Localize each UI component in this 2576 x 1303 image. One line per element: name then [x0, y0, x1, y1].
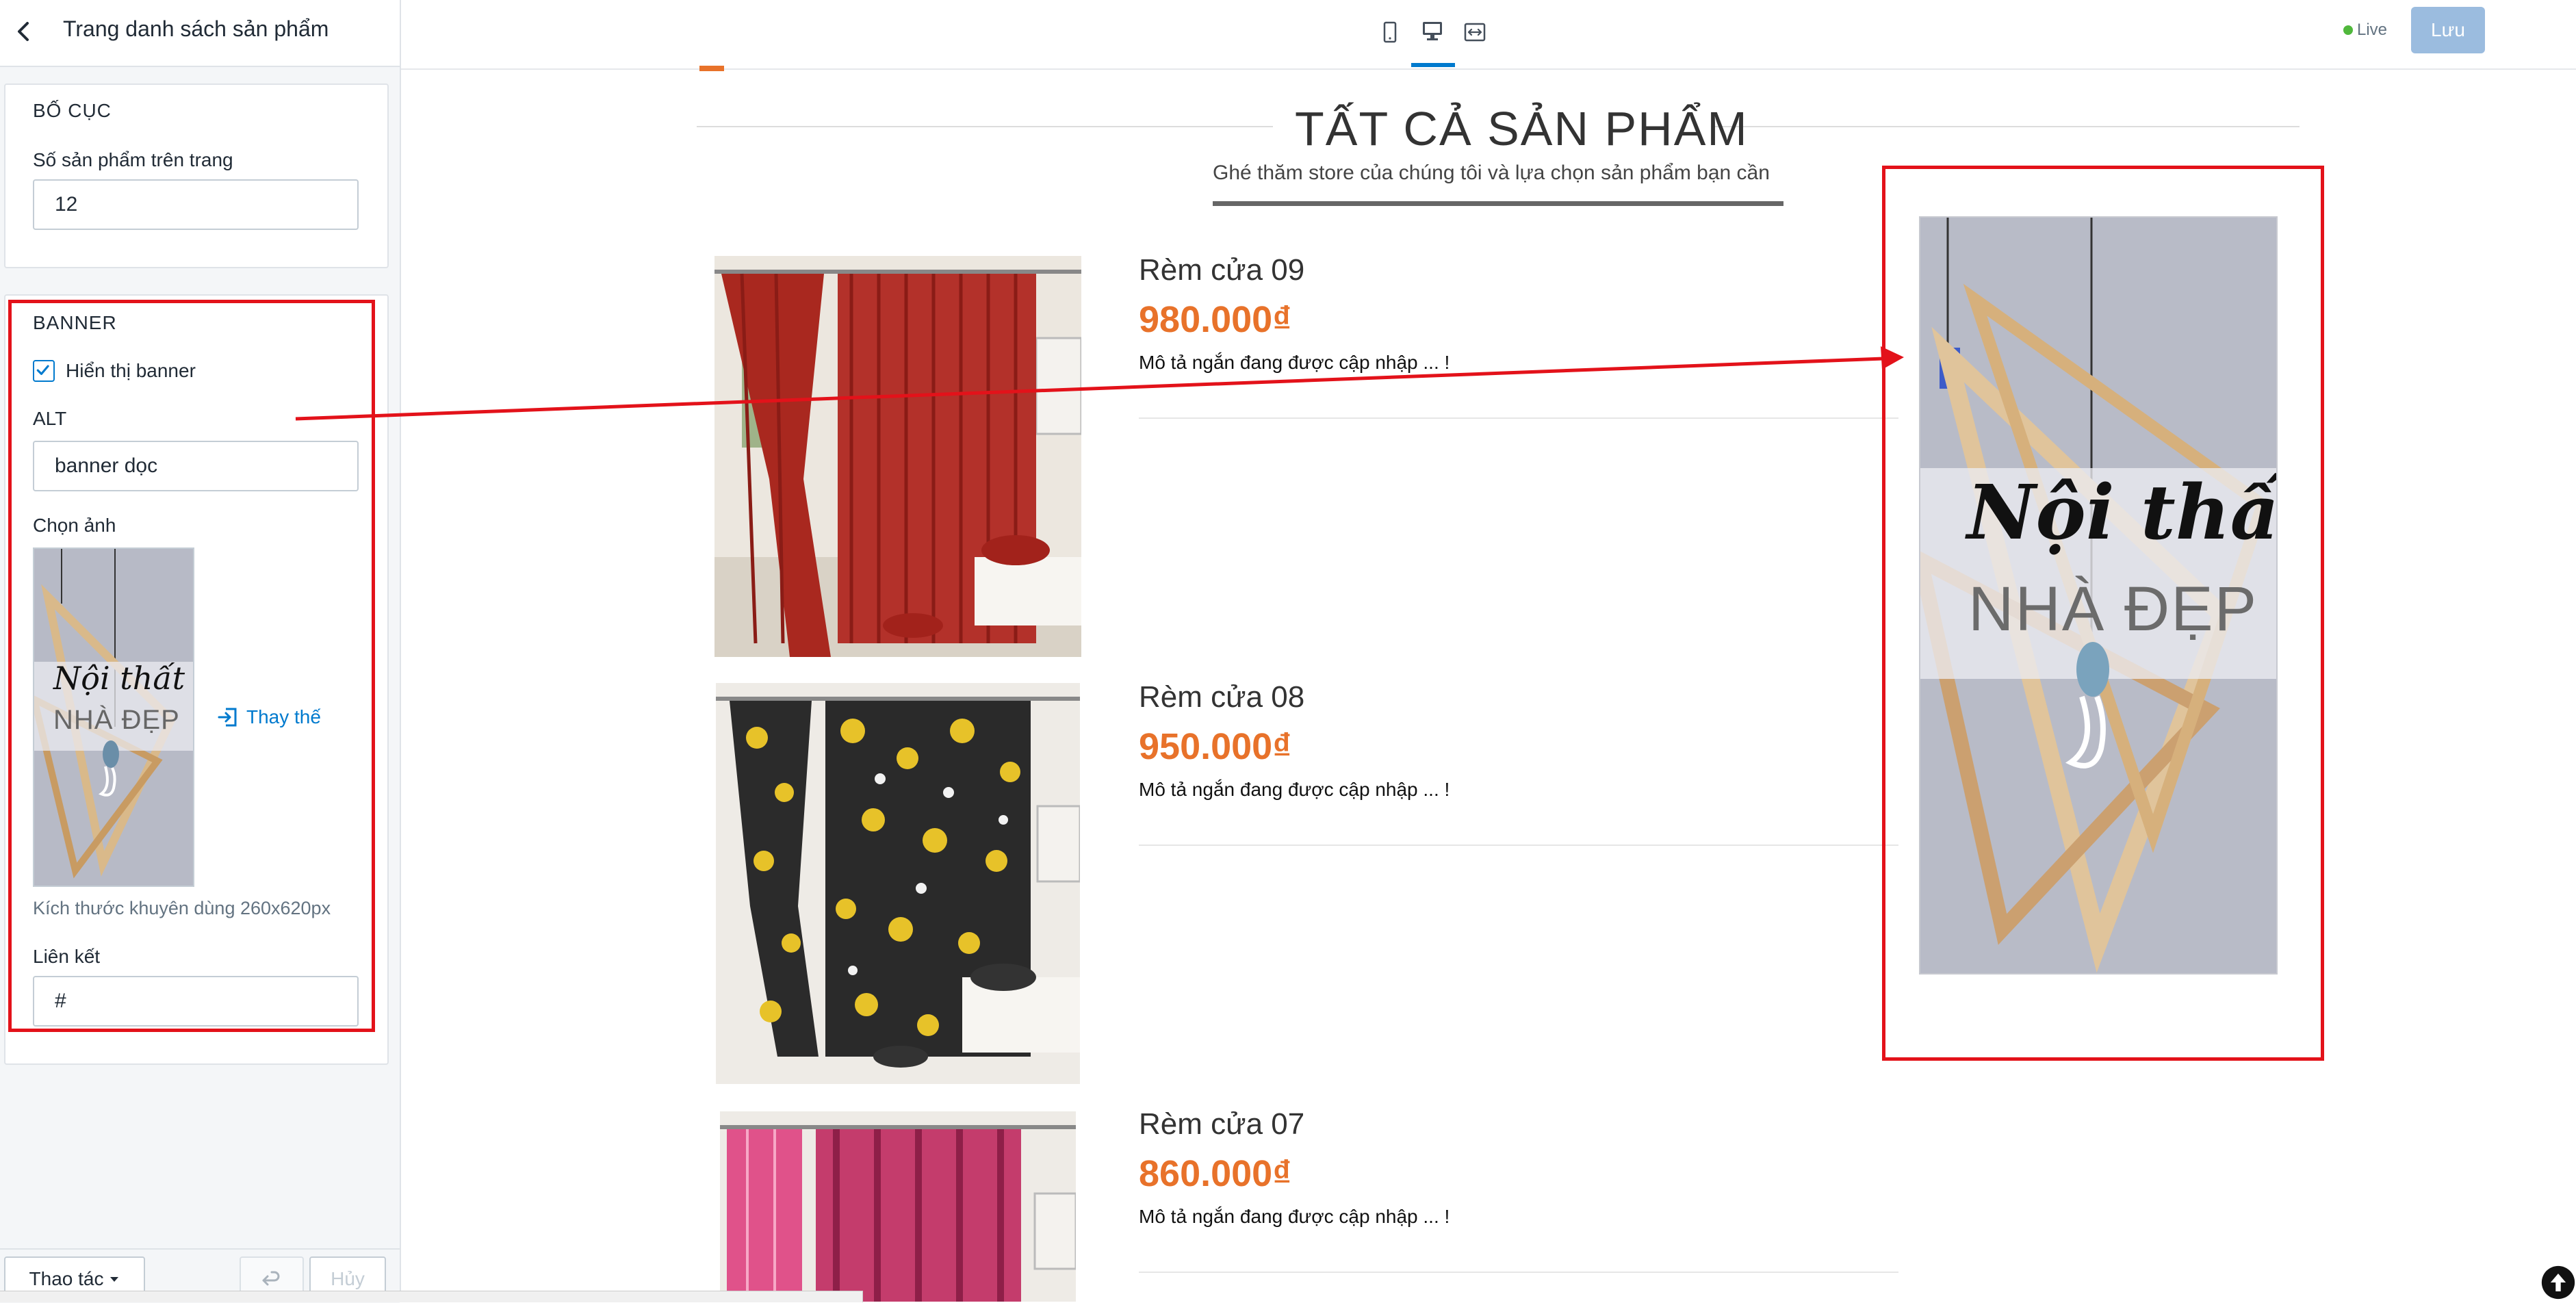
scroll-top-icon[interactable] — [2540, 1265, 2576, 1300]
live-label: Live — [2357, 21, 2388, 39]
per-page-input[interactable]: 12 — [33, 179, 359, 230]
section-subtitle: Ghé thăm store của chúng tôi và lựa chọn… — [1213, 162, 1770, 184]
sidebar-header: Trang danh sách sản phẩm — [0, 0, 400, 67]
product-image-3[interactable] — [720, 1111, 1076, 1302]
product-price-3: 860.000₫ — [1139, 1153, 1291, 1194]
product-image-1[interactable] — [714, 256, 1081, 657]
caret-down-icon — [110, 1277, 119, 1282]
product-divider-1 — [1139, 417, 1898, 419]
product-desc-1: Mô tả ngắn đang được cập nhập ... ! — [1139, 352, 1450, 373]
title-rule-left — [697, 126, 1273, 127]
annotation-box-preview — [1882, 166, 2324, 1061]
actions-label: Thao tác — [29, 1268, 104, 1289]
product-divider-3 — [1139, 1272, 1898, 1273]
product-divider-2 — [1139, 844, 1898, 846]
title-rule-right — [1711, 126, 2300, 127]
title-underline — [1213, 201, 1783, 206]
product-name-1[interactable]: Rèm cửa 09 — [1139, 253, 1304, 287]
annotation-box-settings — [8, 300, 375, 1032]
product-name-2[interactable]: Rèm cửa 08 — [1139, 680, 1304, 714]
cancel-label: Hủy — [331, 1268, 365, 1289]
active-device-indicator — [1411, 63, 1455, 67]
mobile-icon[interactable] — [1378, 21, 1402, 44]
sidebar-title: Trang danh sách sản phẩm — [63, 16, 329, 41]
product-price-1: 980.000₫ — [1139, 299, 1291, 340]
logo-fragment — [699, 66, 724, 71]
curtain-floral-image — [716, 683, 1080, 1084]
product-name-3[interactable]: Rèm cửa 07 — [1139, 1107, 1304, 1141]
product-desc-2: Mô tả ngắn đang được cập nhập ... ! — [1139, 779, 1450, 800]
layout-heading: BỐ CỤC — [33, 100, 112, 121]
product-image-2[interactable] — [716, 683, 1080, 1084]
product-price-2: 950.000₫ — [1139, 726, 1291, 767]
desktop-icon[interactable] — [1421, 19, 1444, 42]
status-bar-strip — [0, 1291, 863, 1302]
product-desc-3: Mô tả ngắn đang được cập nhập ... ! — [1139, 1206, 1450, 1227]
per-page-value: 12 — [55, 193, 78, 216]
undo-icon — [262, 1271, 280, 1286]
preview-toolbar — [401, 0, 2576, 70]
curtain-red-image — [714, 256, 1081, 657]
save-button[interactable]: Lưu — [2411, 7, 2485, 53]
back-arrow-icon[interactable] — [10, 18, 37, 45]
fullwidth-icon[interactable] — [1463, 21, 1486, 44]
curtain-pink-image — [720, 1111, 1076, 1302]
per-page-label: Số sản phẩm trên trang — [33, 149, 233, 170]
live-dot-icon — [2343, 25, 2353, 35]
section-title: TẤT CẢ SẢN PHẨM — [1295, 102, 1749, 155]
live-indicator: Live — [2343, 21, 2387, 40]
